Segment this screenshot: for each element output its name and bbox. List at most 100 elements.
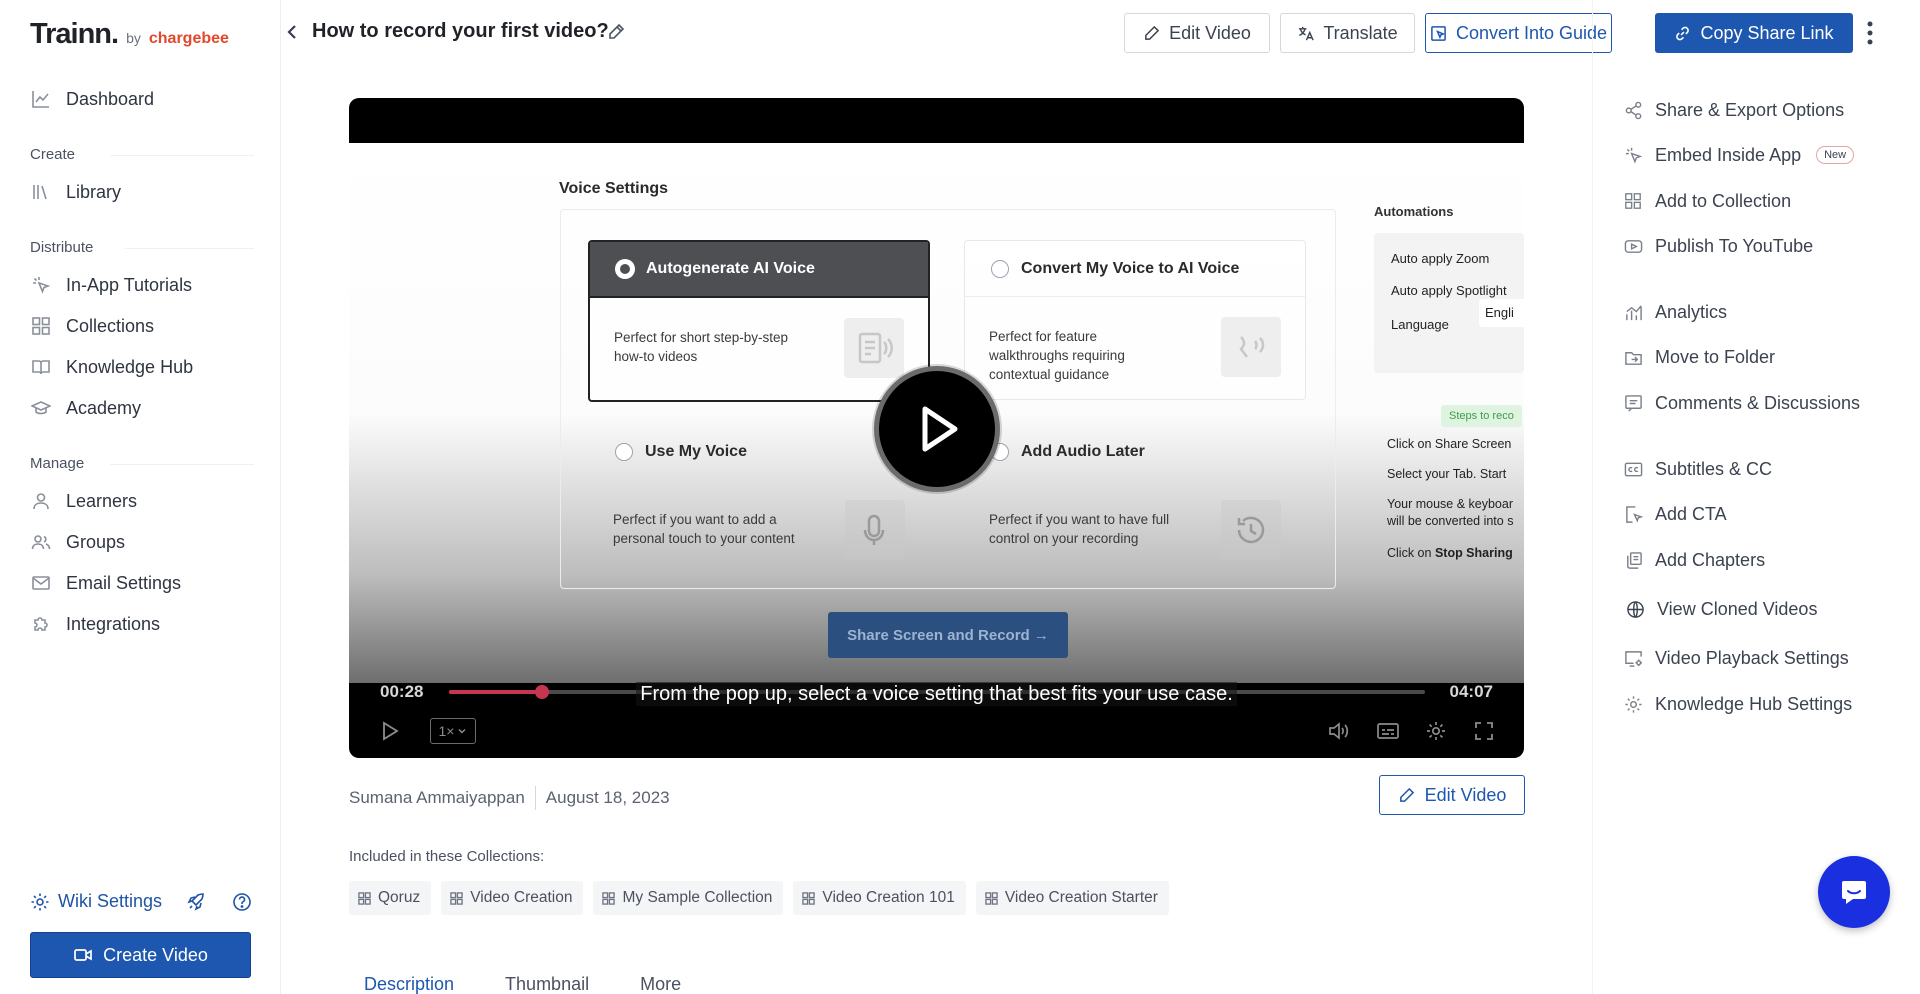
settings-icon[interactable] [1425, 717, 1447, 745]
captions-icon[interactable] [1376, 717, 1400, 745]
sidebar-item-collections[interactable]: Collections [30, 311, 154, 341]
playback-speed-select[interactable]: 1× [430, 718, 476, 744]
sidebar-item-email-settings[interactable]: Email Settings [30, 568, 181, 598]
sidebar-item-label: In-App Tutorials [66, 274, 193, 295]
wiki-settings-label: Wiki Settings [58, 891, 163, 911]
grid-icon [602, 891, 616, 905]
language-label: Language [1391, 317, 1449, 332]
create-video-button[interactable]: Create Video [30, 932, 251, 978]
action-label: Share & Export Options [1655, 99, 1845, 120]
action-label: Add Chapters [1655, 549, 1766, 570]
sidebar-item-label: Integrations [66, 613, 161, 634]
action-label: Move to Folder [1655, 346, 1776, 367]
grid-icon [30, 316, 51, 337]
voice-option-card: Add Audio Later Perfect if you want to h… [964, 423, 1306, 583]
voice-option-desc: Perfect for feature walkthroughs requiri… [989, 329, 1125, 382]
back-icon[interactable] [283, 22, 301, 42]
globe-icon [1625, 599, 1645, 619]
voice-option-card: Autogenerate AI Voice Perfect for short … [588, 240, 930, 402]
play-button[interactable] [874, 366, 1000, 492]
collection-chip[interactable]: Video Creation Starter [975, 881, 1169, 915]
automations-title: Automations [1374, 204, 1454, 219]
sidebar-item-in-app-tutorials[interactable]: In-App Tutorials [30, 270, 192, 300]
fullscreen-icon[interactable] [1473, 717, 1495, 745]
rocket-icon[interactable] [186, 892, 206, 912]
convert-guide-label: Convert Into Guide [1455, 22, 1608, 43]
action-label: Subtitles & CC [1655, 458, 1773, 479]
view-cloned-videos[interactable]: View Cloned Videos [1625, 595, 1817, 623]
guide-icon [1430, 25, 1447, 42]
wiki-settings-link[interactable]: Wiki Settings [30, 891, 162, 912]
collection-chip[interactable]: Video Creation 101 [793, 881, 966, 915]
pencil-icon[interactable] [607, 23, 625, 41]
collection-chip[interactable]: My Sample Collection [593, 881, 784, 915]
publish-to-youtube[interactable]: Publish To YouTube [1623, 232, 1813, 260]
action-label: Add CTA [1655, 503, 1727, 524]
edit-video-button[interactable]: Edit Video [1124, 13, 1270, 53]
sidebar-item-dashboard[interactable]: Dashboard [30, 84, 154, 114]
cursor-click-icon [1623, 145, 1643, 165]
analytics[interactable]: Analytics [1623, 298, 1727, 326]
chart-line-icon [30, 89, 51, 110]
radio-icon [615, 442, 633, 461]
video-player[interactable]: Voice Settings Autogenerate AI Voice Per… [349, 98, 1524, 758]
content-tabs: Description Thumbnail More [349, 974, 696, 994]
translate-icon [1297, 25, 1315, 42]
steps-badge: Steps to reco [1441, 405, 1522, 427]
step-text: Your mouse & keyboar [1387, 497, 1514, 511]
grid-icon [450, 891, 463, 905]
sidebar-item-groups[interactable]: Groups [30, 527, 125, 557]
sidebar-item-label: Groups [66, 531, 126, 552]
book-open-icon [30, 357, 51, 378]
edit-video-label: Edit Video [1424, 784, 1507, 805]
video-playback-settings[interactable]: Video Playback Settings [1623, 644, 1849, 672]
translate-button[interactable]: Translate [1280, 13, 1415, 53]
tab-description[interactable]: Description [349, 974, 469, 994]
sidebar-item-library[interactable]: Library [30, 177, 121, 207]
voice-option-desc: Perfect if you want to add a personal to… [613, 512, 795, 546]
action-label: View Cloned Videos [1657, 598, 1818, 619]
logo[interactable]: Trainn. by chargebee [30, 18, 229, 51]
help-icon[interactable] [232, 892, 252, 912]
volume-icon[interactable] [1327, 717, 1351, 745]
add-to-collection[interactable]: Add to Collection [1623, 187, 1791, 215]
embed-inside-app[interactable]: Embed Inside App New [1623, 141, 1855, 169]
radio-icon [991, 259, 1009, 278]
voice-option-label: Autogenerate AI Voice [646, 260, 815, 277]
subtitle-text: From the pop up, select a voice setting … [636, 682, 1237, 706]
action-label: Analytics [1655, 301, 1728, 322]
knowledge-hub-settings[interactable]: Knowledge Hub Settings [1623, 690, 1852, 718]
sidebar-item-academy[interactable]: Academy [30, 393, 141, 423]
collection-chips: Qoruz Video Creation My Sample Collectio… [349, 881, 1169, 915]
sidebar-item-learners[interactable]: Learners [30, 486, 137, 516]
folder-move-icon [1623, 347, 1643, 367]
add-chapters[interactable]: Add Chapters [1623, 546, 1765, 574]
voice-option-card: Convert My Voice to AI Voice Perfect for… [964, 240, 1306, 400]
convert-into-guide-button[interactable]: Convert Into Guide [1425, 13, 1612, 53]
edit-video-secondary-button[interactable]: Edit Video [1379, 775, 1525, 815]
add-cta[interactable]: Add CTA [1623, 500, 1727, 528]
steps-panel: Click on Share Screen Select your Tab. S… [1374, 426, 1524, 606]
comments-discussions[interactable]: Comments & Discussions [1623, 389, 1860, 417]
share-export-options[interactable]: Share & Export Options [1623, 96, 1844, 124]
subtitles-cc[interactable]: Subtitles & CC [1623, 455, 1772, 483]
collection-chip[interactable]: Qoruz [349, 881, 432, 915]
tab-thumbnail[interactable]: Thumbnail [469, 974, 604, 994]
sidebar-item-label: Learners [66, 490, 138, 511]
closed-captions-icon [1623, 459, 1643, 479]
step-text-prefix: Click on [1387, 546, 1435, 560]
step-text: Select your Tab. Start [1387, 467, 1507, 481]
library-icon [30, 182, 51, 203]
users-icon [30, 532, 51, 553]
play-small-icon[interactable] [379, 717, 401, 745]
move-to-folder[interactable]: Move to Folder [1623, 343, 1775, 371]
sidebar-item-knowledge-hub[interactable]: Knowledge Hub [30, 352, 193, 382]
chat-widget-button[interactable] [1818, 856, 1890, 928]
collection-chip[interactable]: Video Creation [441, 881, 584, 915]
step-text: Click on Stop Sharing [1387, 545, 1513, 562]
tab-more[interactable]: More [604, 974, 696, 994]
automations-panel: Auto apply Zoom Auto apply Spotlight Lan… [1374, 233, 1524, 373]
graduation-cap-icon [30, 398, 51, 419]
language-value: Engli [1479, 299, 1524, 327]
sidebar-item-integrations[interactable]: Integrations [30, 609, 160, 639]
